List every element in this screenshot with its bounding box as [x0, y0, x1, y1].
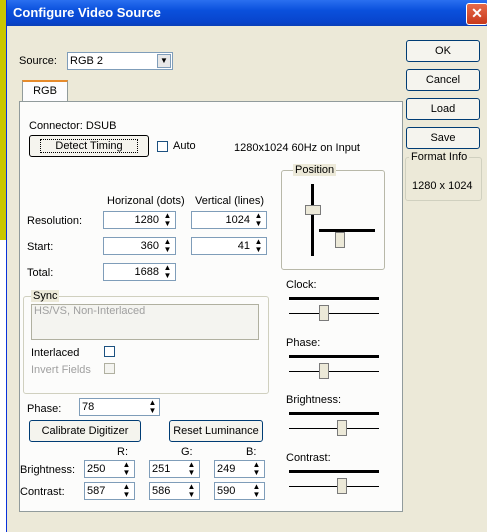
contrast-r-value: 587 — [87, 485, 106, 497]
total-h-value: 1688 — [134, 266, 159, 278]
position-group — [281, 170, 385, 270]
invert-fields-label: Invert Fields — [31, 364, 91, 376]
phase-slider-thumb[interactable] — [319, 363, 330, 379]
resolution-label: Resolution: — [27, 215, 83, 227]
total-label: Total: — [27, 267, 54, 279]
calibrate-digitizer-button[interactable]: Calibrate Digitizer — [29, 420, 141, 442]
position-legend: Position — [293, 164, 337, 176]
contrast-r-spinner[interactable]: ▲ ▼ — [121, 483, 132, 499]
detect-timing-button[interactable]: Detect Timing — [29, 135, 149, 157]
save-label: Save — [430, 132, 456, 144]
close-button[interactable]: ✕ — [466, 3, 487, 25]
ok-button[interactable]: OK — [406, 40, 480, 62]
r-header: R: — [117, 446, 128, 458]
window-title: Configure Video Source — [13, 5, 161, 20]
sync-value: HS/VS, Non-Interlaced — [34, 305, 146, 317]
sync-legend: Sync — [31, 290, 60, 302]
brightness-slider-label: Brightness: — [286, 394, 342, 406]
brightness-slider-track[interactable] — [289, 412, 379, 416]
contrast-slider-baseline — [289, 486, 379, 487]
interlaced-checkbox[interactable] — [104, 346, 115, 357]
load-button[interactable]: Load — [406, 98, 480, 120]
chevron-down-icon[interactable]: ▼ — [157, 54, 171, 68]
contrast-slider-thumb[interactable] — [337, 478, 347, 494]
start-v-value: 41 — [237, 240, 250, 252]
tab-rgb[interactable]: RGB — [22, 80, 68, 102]
contrast-slider-label: Contrast: — [286, 452, 331, 464]
format-info-legend: Format Info — [409, 151, 470, 163]
resolution-h-spinner[interactable]: ▲ ▼ — [162, 212, 173, 228]
clock-slider-track[interactable] — [289, 297, 379, 301]
configure-video-source-dialog: Configure Video Source ✕ Source: RGB 2 ▼… — [6, 0, 487, 532]
auto-checkbox[interactable] — [157, 141, 168, 152]
contrast-slider-track[interactable] — [289, 470, 379, 474]
contrast-g-value: 586 — [152, 485, 171, 497]
source-select[interactable]: RGB 2 ▼ — [67, 52, 173, 70]
b-header: B: — [246, 446, 257, 458]
start-h-spinner[interactable]: ▲ ▼ — [162, 238, 173, 254]
title-bar[interactable]: Configure Video Source ✕ — [7, 0, 487, 26]
brightness-label: Brightness: — [20, 464, 76, 476]
brightness-slider-thumb[interactable] — [337, 420, 347, 436]
resolution-v-value: 1024 — [225, 214, 250, 226]
clock-slider-thumb[interactable] — [319, 305, 330, 321]
brightness-g-spinner[interactable]: ▲ ▼ — [186, 461, 197, 477]
input-status: 1280x1024 60Hz on Input — [234, 142, 360, 154]
position-v-track[interactable] — [311, 184, 314, 256]
position-v-thumb[interactable] — [305, 205, 321, 215]
reset-luminance-label: Reset Luminance — [173, 425, 259, 437]
phase-slider-label: Phase: — [286, 337, 321, 349]
cancel-button[interactable]: Cancel — [406, 69, 480, 91]
brightness-b-value: 249 — [217, 463, 236, 475]
position-h-thumb[interactable] — [335, 232, 345, 248]
start-label: Start: — [27, 241, 54, 253]
close-icon: ✕ — [471, 5, 483, 21]
phase-slider-baseline — [289, 371, 379, 372]
format-info-group — [405, 157, 482, 201]
phase-spinner[interactable]: ▲ ▼ — [147, 399, 158, 415]
sync-display: HS/VS, Non-Interlaced — [31, 304, 259, 340]
brightness-r-value: 250 — [87, 463, 106, 475]
start-v-spinner[interactable]: ▲ ▼ — [253, 238, 264, 254]
auto-label: Auto — [173, 140, 196, 152]
vertical-header: Vertical (lines) — [195, 195, 265, 207]
horizontal-header: Horizonal (dots) — [107, 195, 185, 207]
invert-fields-checkbox[interactable] — [104, 363, 115, 374]
connector-label: Connector: DSUB — [29, 120, 117, 132]
g-header: G: — [181, 446, 193, 458]
calibrate-digitizer-label: Calibrate Digitizer — [41, 425, 129, 437]
position-h-track[interactable] — [319, 229, 375, 232]
total-h-spinner[interactable]: ▲ ▼ — [162, 264, 173, 280]
ok-label: OK — [435, 45, 451, 57]
reset-luminance-button[interactable]: Reset Luminance — [169, 420, 263, 442]
resolution-h-value: 1280 — [134, 214, 159, 226]
resolution-v-spinner[interactable]: ▲ ▼ — [253, 212, 264, 228]
contrast-g-spinner[interactable]: ▲ ▼ — [186, 483, 197, 499]
save-button[interactable]: Save — [406, 127, 480, 149]
phase-field-label: Phase: — [27, 403, 62, 415]
contrast-b-value: 590 — [217, 485, 236, 497]
clock-slider-baseline — [289, 313, 379, 314]
load-label: Load — [430, 103, 456, 115]
detect-timing-label: Detect Timing — [40, 139, 138, 153]
brightness-g-value: 251 — [152, 463, 171, 475]
brightness-r-spinner[interactable]: ▲ ▼ — [121, 461, 132, 477]
cancel-label: Cancel — [425, 74, 461, 86]
brightness-b-spinner[interactable]: ▲ ▼ — [251, 461, 262, 477]
source-label: Source: — [19, 55, 57, 67]
format-info-value: 1280 x 1024 — [412, 180, 473, 192]
phase-slider-track[interactable] — [289, 355, 379, 359]
start-h-value: 360 — [140, 240, 159, 252]
brightness-slider-baseline — [289, 428, 379, 429]
contrast-b-spinner[interactable]: ▲ ▼ — [251, 483, 262, 499]
phase-value: 78 — [82, 401, 95, 413]
tab-rgb-label: RGB — [33, 85, 57, 97]
source-value: RGB 2 — [70, 55, 104, 67]
interlaced-label: Interlaced — [31, 347, 80, 359]
contrast-label: Contrast: — [20, 486, 65, 498]
clock-slider-label: Clock: — [286, 279, 317, 291]
